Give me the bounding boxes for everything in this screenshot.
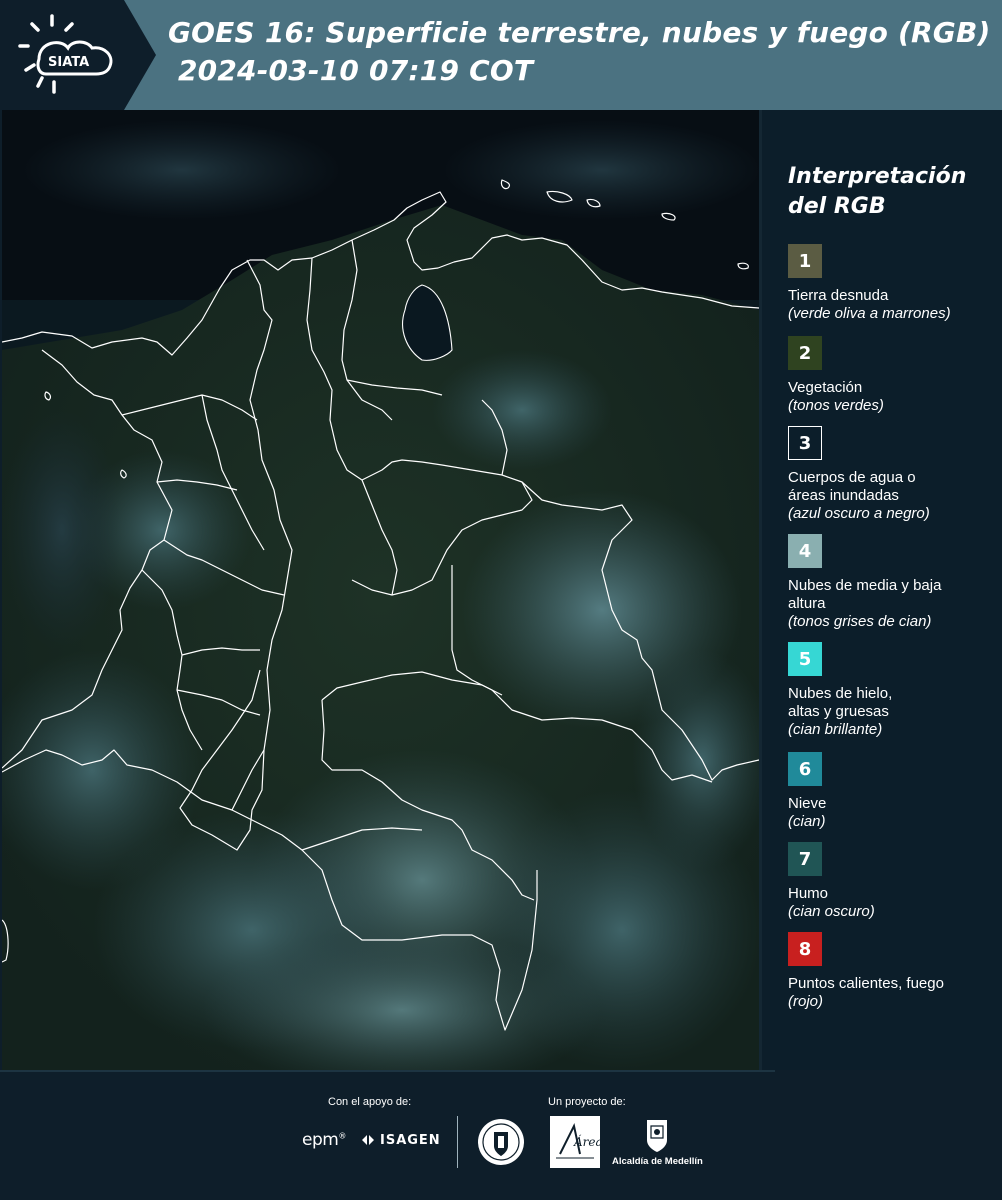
legend-label: Vegetación bbox=[788, 379, 863, 396]
footer: Con el apoyo de: Un proyecto de: epm® IS… bbox=[0, 1070, 1002, 1200]
legend-desc: (tonos grises de cian) bbox=[788, 613, 932, 630]
support-caption: Con el apoyo de: bbox=[328, 1096, 412, 1108]
legend-desc: (rojo) bbox=[788, 993, 824, 1010]
legend-item-snow: 6 Nieve (cian) bbox=[788, 752, 998, 831]
isagen-mark-icon bbox=[362, 1135, 374, 1145]
legend-desc: (verde oliva a marrones) bbox=[788, 305, 951, 322]
legend-item-smoke: 7 Humo (cian oscuro) bbox=[788, 842, 998, 921]
legend-item-vegetation: 2 Vegetación (tonos verdes) bbox=[788, 336, 998, 415]
swatch-6: 6 bbox=[788, 752, 822, 786]
isagen-logo: ISAGEN bbox=[360, 1132, 441, 1148]
legend-label: Nubes de media y baja altura bbox=[788, 577, 942, 612]
project-caption: Un proyecto de: bbox=[548, 1096, 626, 1108]
swatch-3: 3 bbox=[788, 426, 822, 460]
swatch-2: 2 bbox=[788, 336, 822, 370]
footer-vertical-divider bbox=[457, 1116, 458, 1168]
area-metropolitana-logo: Área bbox=[550, 1116, 600, 1168]
legend-label: Nubes de hielo, altas y gruesas bbox=[788, 685, 893, 720]
epm-logo: epm® bbox=[302, 1130, 346, 1150]
legend-desc: (azul oscuro a negro) bbox=[788, 505, 930, 522]
legend-label: Tierra desnuda bbox=[788, 287, 889, 304]
legend-desc: (cian brillante) bbox=[788, 721, 883, 738]
legend-item-fire: 8 Puntos calientes, fuego (rojo) bbox=[788, 932, 998, 1011]
footer-divider-strip bbox=[0, 1070, 775, 1072]
swatch-8: 8 bbox=[788, 932, 822, 966]
legend-label: Nieve bbox=[788, 795, 827, 812]
university-seal-logo bbox=[478, 1119, 524, 1165]
legend-label: Cuerpos de agua o áreas inundadas bbox=[788, 469, 916, 504]
legend-desc: (tonos verdes) bbox=[788, 397, 884, 414]
legend-item-ice-clouds: 5 Nubes de hielo, altas y gruesas (cian … bbox=[788, 642, 998, 739]
legend-item-bare-soil: 1 Tierra desnuda (verde oliva a marrones… bbox=[788, 244, 998, 323]
legend-panel: Interpretación del RGB 1 Tierra desnuda … bbox=[762, 110, 1002, 1070]
siata-logo: SIATA bbox=[18, 14, 113, 94]
satellite-rgb-image bbox=[2, 110, 759, 1070]
satellite-map bbox=[2, 110, 759, 1070]
alcaldia-medellin-logo: Alcaldía de Medellín bbox=[612, 1116, 703, 1172]
legend-item-low-clouds: 4 Nubes de media y baja altura (tonos gr… bbox=[788, 534, 998, 631]
legend-label: Humo bbox=[788, 885, 829, 902]
swatch-5: 5 bbox=[788, 642, 822, 676]
title-line-2: 2024-03-10 07:19 COT bbox=[178, 54, 534, 87]
swatch-1: 1 bbox=[788, 244, 822, 278]
medellin-shield-icon bbox=[647, 1120, 667, 1152]
title-line-1: GOES 16: Superficie terrestre, nubes y f… bbox=[168, 16, 991, 49]
header-bar: SIATA GOES 16: Superficie terrestre, nub… bbox=[0, 0, 1002, 110]
page-title: GOES 16: Superficie terrestre, nubes y f… bbox=[168, 14, 998, 90]
swatch-4: 4 bbox=[788, 534, 822, 568]
legend-desc: (cian oscuro) bbox=[788, 903, 875, 920]
legend-title: Interpretación del RGB bbox=[788, 164, 967, 219]
svg-text:Área: Área bbox=[573, 1134, 600, 1149]
legend-label: Puntos calientes, fuego bbox=[788, 975, 944, 992]
siata-logo-text: SIATA bbox=[48, 55, 89, 70]
legend-item-water: 3 Cuerpos de agua o áreas inundadas (azu… bbox=[788, 426, 998, 523]
swatch-7: 7 bbox=[788, 842, 822, 876]
legend-desc: (cian) bbox=[788, 813, 826, 830]
